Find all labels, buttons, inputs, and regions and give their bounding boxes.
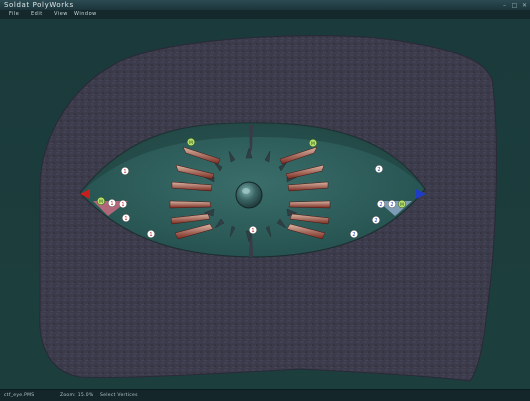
svg-text:1: 1 [110,201,113,207]
spawn-marker-5[interactable]: 1 [146,229,155,238]
menu-file[interactable]: File [9,10,19,19]
status-tool: Select Vertices [100,393,138,398]
spawn-marker-10[interactable]: 2 [372,215,381,224]
spawn-marker-3[interactable]: 1 [118,199,127,208]
menu-edit[interactable]: Edit [31,10,43,19]
svg-text:2: 2 [390,202,393,208]
status-bar: ctf_eye.PMS Zoom: 15.0% Select Vertices [0,389,530,401]
svg-text:M: M [311,141,315,147]
svg-text:2: 2 [374,218,377,224]
svg-text:M: M [400,202,404,208]
svg-text:2: 2 [377,167,380,173]
spawn-marker-1[interactable]: 1 [120,166,129,175]
map-canvas[interactable]: 1 1 1 1 1 1 2 2 2 2 2 M M M M [0,19,530,389]
window-controls: – □ ✕ [501,0,528,10]
medkit-marker-3[interactable]: M [96,196,106,206]
close-button[interactable]: ✕ [521,2,528,9]
minimize-button[interactable]: – [501,2,508,9]
status-zoom: Zoom: 15.0% [60,393,94,398]
medkit-marker-2[interactable]: M [308,138,318,148]
medkit-marker-1[interactable]: M [186,137,196,147]
pupil [235,181,263,209]
window-title: Soldat PolyWorks [4,1,74,9]
menu-window[interactable]: Window [74,10,97,19]
spawn-marker-8[interactable]: 2 [377,199,386,208]
svg-text:2: 2 [379,202,382,208]
svg-text:1: 1 [251,228,254,234]
spawn-marker-4[interactable]: 1 [121,213,130,222]
spawn-marker-7[interactable]: 2 [375,164,384,173]
spawn-marker-2[interactable]: 1 [107,198,116,207]
svg-text:1: 1 [121,202,124,208]
pupil-highlight [242,188,250,194]
medkit-marker-4[interactable]: M [397,199,407,209]
menu-view[interactable]: View [54,10,68,19]
svg-text:2: 2 [352,232,355,238]
svg-text:M: M [189,140,193,146]
svg-text:M: M [99,199,103,205]
svg-text:1: 1 [124,216,127,222]
status-map-name: ctf_eye.PMS [4,393,35,398]
maximize-button[interactable]: □ [511,2,518,9]
spawn-marker-11[interactable]: 2 [350,229,359,238]
svg-text:1: 1 [123,169,126,175]
svg-text:1: 1 [149,232,152,238]
menu-bar: File Edit View Window [0,10,530,19]
spawn-marker-9[interactable]: 2 [388,199,397,208]
spawn-marker-6[interactable]: 1 [248,225,257,234]
